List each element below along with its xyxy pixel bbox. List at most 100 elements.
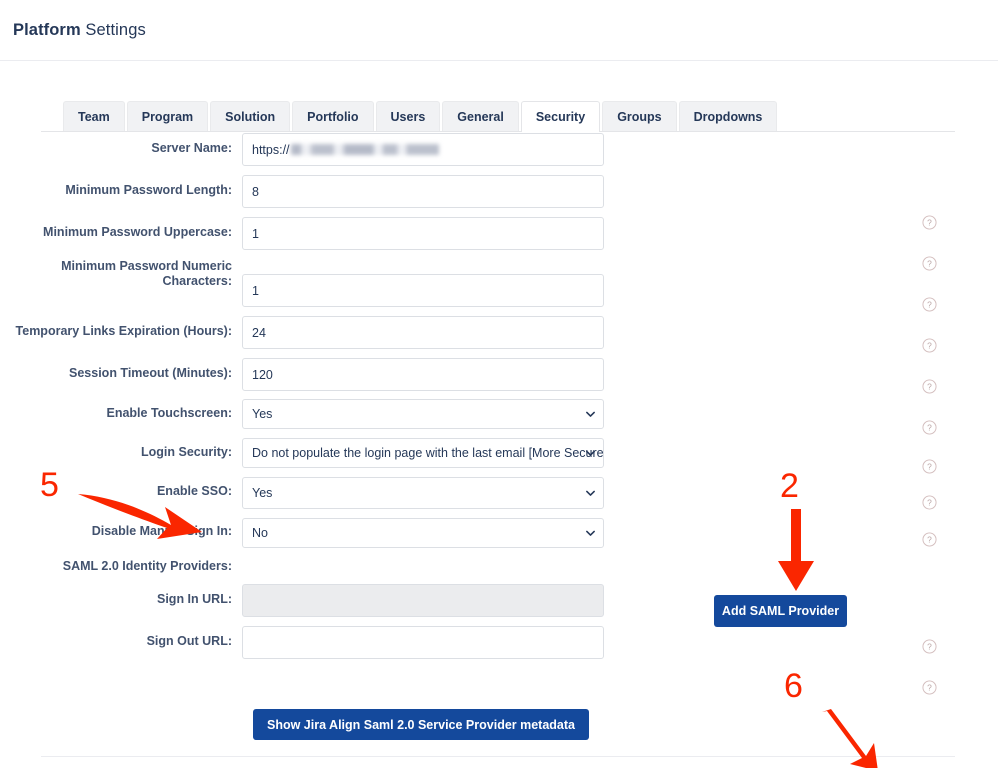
page-title-strong: Platform — [13, 20, 81, 39]
svg-text:?: ? — [927, 300, 932, 310]
session-timeout-control — [242, 358, 604, 391]
annotation-number-6: 6 — [784, 667, 803, 705]
help-circle-icon[interactable]: ? — [922, 495, 937, 510]
saml-providers-label: SAML 2.0 Identity Providers: — [62, 559, 232, 573]
min-password-numeric-label: Minimum Password Numeric Characters: — [61, 259, 232, 288]
svg-text:?: ? — [927, 218, 932, 228]
tab-label: Dropdowns — [693, 109, 763, 124]
help-circle-icon[interactable]: ? — [922, 338, 937, 353]
page-title-rest: Settings — [80, 20, 146, 39]
enable-touchscreen-select[interactable]: Yes — [242, 399, 604, 429]
svg-text:?: ? — [927, 341, 932, 351]
svg-text:?: ? — [927, 259, 932, 269]
server-name-input[interactable]: https:// — [242, 133, 604, 166]
sign-in-url-control — [242, 584, 604, 617]
min-password-uppercase-label: Minimum Password Uppercase: — [43, 225, 232, 239]
form-row-min-password-length: Minimum Password Length: — [0, 175, 955, 208]
tab-program[interactable]: Program — [126, 101, 209, 131]
tab-team[interactable]: Team — [63, 101, 125, 131]
form-row-temp-links-expiration: Temporary Links Expiration (Hours): — [0, 316, 955, 349]
sign-out-url-control — [242, 626, 604, 659]
tab-portfolio[interactable]: Portfolio — [292, 101, 374, 131]
temp-links-expiration-label: Temporary Links Expiration (Hours): — [15, 324, 232, 338]
form-row-session-timeout: Session Timeout (Minutes): — [0, 358, 955, 391]
tab-label: Portfolio — [307, 109, 359, 124]
tab-users[interactable]: Users — [375, 101, 441, 131]
tab-label: Program — [141, 109, 194, 124]
server-name-value-prefix: https:// — [252, 142, 290, 157]
help-circle-icon[interactable]: ? — [922, 256, 937, 271]
security-settings-form: Server Name: https:// Minimum Password L… — [0, 133, 955, 668]
enable-sso-control: Yes — [242, 477, 604, 509]
chevron-down-icon — [585, 488, 596, 499]
help-circle-icon[interactable]: ? — [922, 379, 937, 394]
min-password-numeric-input[interactable] — [242, 274, 604, 307]
chevron-down-icon — [585, 448, 596, 459]
disable-manual-signin-control: No — [242, 518, 604, 548]
disable-manual-signin-select[interactable]: No — [242, 518, 604, 548]
help-circle-icon[interactable]: ? — [922, 215, 937, 230]
disable-manual-signin-value: No — [252, 526, 268, 540]
enable-touchscreen-value: Yes — [252, 407, 273, 421]
chevron-down-icon — [585, 528, 596, 539]
form-row-server-name: Server Name: https:// — [0, 133, 955, 166]
min-password-length-input[interactable] — [242, 175, 604, 208]
server-name-value: https:// — [252, 134, 594, 165]
tab-label: Groups — [617, 109, 662, 124]
svg-text:?: ? — [927, 683, 932, 693]
svg-text:?: ? — [927, 498, 932, 508]
form-row-min-password-uppercase: Minimum Password Uppercase: — [0, 217, 955, 250]
help-circle-icon[interactable]: ? — [922, 680, 937, 695]
chevron-down-icon — [585, 409, 596, 420]
sign-out-url-input[interactable] — [242, 626, 604, 659]
server-name-redacted-blur — [290, 144, 439, 155]
enable-touchscreen-control: Yes — [242, 399, 604, 429]
tab-label: Solution — [225, 109, 276, 124]
svg-text:?: ? — [927, 423, 932, 433]
enable-touchscreen-label: Enable Touchscreen: — [106, 406, 233, 420]
tab-security[interactable]: Security — [520, 101, 601, 132]
tab-label: Users — [390, 109, 426, 124]
sign-in-url-input[interactable] — [242, 584, 604, 617]
help-circle-icon[interactable]: ? — [922, 420, 937, 435]
tab-dropdowns[interactable]: Dropdowns — [678, 101, 778, 131]
session-timeout-label: Session Timeout (Minutes): — [69, 366, 232, 380]
page-title: Platform Settings — [13, 21, 146, 40]
svg-text:?: ? — [927, 642, 932, 652]
content-area: Team Program Solution Portfolio Users Ge… — [0, 61, 998, 768]
enable-sso-value: Yes — [252, 486, 273, 500]
tab-general[interactable]: General — [442, 101, 519, 131]
annotation-arrow-6 — [822, 709, 878, 768]
tab-label: General — [457, 109, 504, 124]
login-security-select[interactable]: Do not populate the login page with the … — [242, 438, 604, 468]
login-security-control: Do not populate the login page with the … — [242, 438, 604, 468]
saml-providers-control — [242, 557, 604, 575]
help-circle-icon[interactable]: ? — [922, 297, 937, 312]
form-row-disable-manual-signin: Disable Manual Sign In: No — [0, 518, 955, 548]
enable-sso-label: Enable SSO: — [156, 484, 232, 498]
page-header: Platform Settings — [0, 0, 998, 61]
temp-links-expiration-input[interactable] — [242, 316, 604, 349]
tab-label: Team — [78, 109, 110, 124]
svg-text:?: ? — [927, 462, 932, 472]
help-circle-icon[interactable]: ? — [922, 532, 937, 547]
sign-out-url-label: Sign Out URL: — [146, 634, 232, 648]
login-security-label: Login Security: — [141, 445, 232, 459]
form-row-saml-providers: SAML 2.0 Identity Providers: — [0, 557, 955, 575]
form-row-enable-sso: Enable SSO: Yes — [0, 477, 955, 509]
form-row-min-password-numeric: Minimum Password Numeric Characters: — [0, 259, 955, 307]
server-name-control: https:// — [242, 133, 604, 166]
enable-sso-select[interactable]: Yes — [242, 477, 604, 509]
show-saml-metadata-button[interactable]: Show Jira Align Saml 2.0 Service Provide… — [253, 709, 589, 740]
add-saml-provider-button[interactable]: Add SAML Provider — [714, 595, 847, 627]
server-name-label: Server Name: — [151, 141, 232, 155]
form-row-enable-touchscreen: Enable Touchscreen: Yes — [0, 399, 955, 429]
settings-tabbar: Team Program Solution Portfolio Users Ge… — [41, 101, 955, 132]
min-password-uppercase-input[interactable] — [242, 217, 604, 250]
tab-solution[interactable]: Solution — [210, 101, 291, 131]
tab-groups[interactable]: Groups — [602, 101, 677, 131]
help-circle-icon[interactable]: ? — [922, 639, 937, 654]
tab-label: Security — [535, 110, 586, 124]
help-circle-icon[interactable]: ? — [922, 459, 937, 474]
session-timeout-input[interactable] — [242, 358, 604, 391]
